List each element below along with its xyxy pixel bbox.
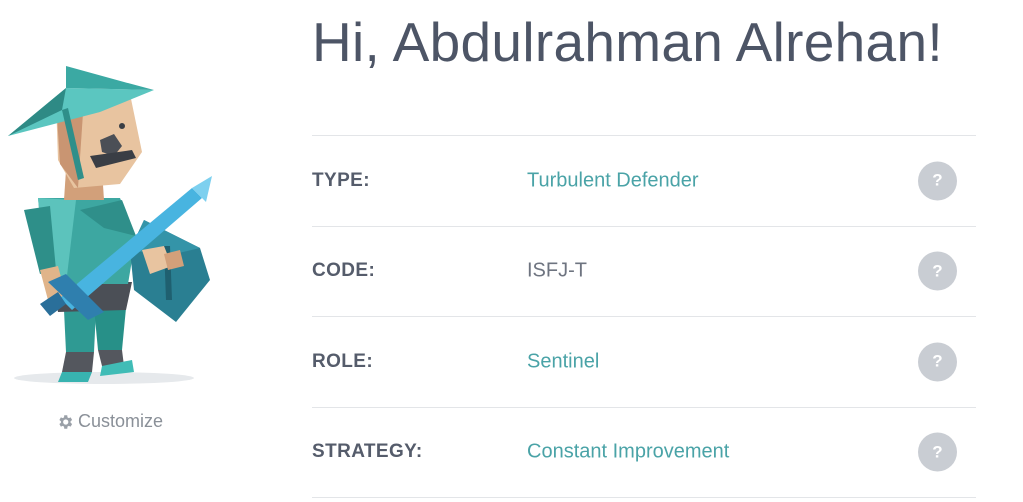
trait-table: TYPE: Turbulent Defender ? CODE: ISFJ-T … [312,135,976,498]
trait-label: STRATEGY: [312,441,423,463]
page-title: Hi, Abdulrahman Alrehan! [312,11,943,73]
profile-page: Customize Hi, Abdulrahman Alrehan! TYPE:… [0,0,1023,502]
customize-button[interactable]: Customize [56,411,163,432]
trait-row-strategy: STRATEGY: Constant Improvement ? [312,408,976,498]
help-icon[interactable]: ? [918,342,957,382]
trait-value-link[interactable]: Sentinel [527,350,599,373]
trait-label: ROLE: [312,350,374,372]
trait-label: CODE: [312,260,376,282]
help-icon[interactable]: ? [918,432,957,472]
trait-row-type: TYPE: Turbulent Defender ? [312,136,976,227]
gear-icon [59,414,73,429]
trait-value: ISFJ-T [527,259,587,282]
trait-value-link[interactable]: Turbulent Defender [527,169,699,192]
help-icon[interactable]: ? [918,161,957,201]
avatar-column: Customize [0,0,240,502]
trait-row-code: CODE: ISFJ-T ? [312,227,976,317]
trait-row-role: ROLE: Sentinel ? [312,317,976,408]
trait-value-link[interactable]: Constant Improvement [527,441,729,464]
avatar-illustration [8,66,212,384]
customize-label: Customize [78,411,164,431]
help-icon[interactable]: ? [918,251,957,291]
trait-label: TYPE: [312,169,370,191]
